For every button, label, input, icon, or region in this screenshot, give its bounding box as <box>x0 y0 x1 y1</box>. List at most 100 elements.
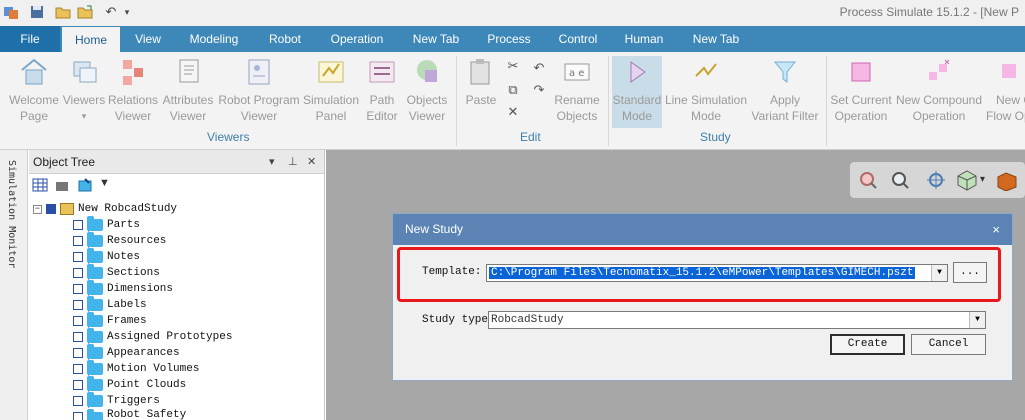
tree-item-robot-safety[interactable]: Robot Safety <box>73 409 186 420</box>
tree-display-icon[interactable] <box>77 177 95 196</box>
checkbox[interactable] <box>73 284 83 294</box>
pin-icon[interactable]: ⊥ <box>288 155 298 168</box>
operation-label: Operation <box>834 109 888 123</box>
pick-target-icon[interactable] <box>926 170 946 193</box>
tree-grid-icon[interactable] <box>32 178 48 195</box>
study-type-combobox[interactable]: RobcadStudy ▼ <box>488 311 986 329</box>
tab-home[interactable]: Home <box>62 27 120 52</box>
tree-item-appearances[interactable]: Appearances <box>73 344 180 361</box>
checkbox[interactable] <box>73 364 83 374</box>
object-tree-panel: Object Tree ▾ ⊥ ✕ ▼ − New RobcadStudy Pa… <box>29 150 325 420</box>
panel-label: Panel <box>315 109 347 123</box>
ribbon-home: Welcome Page Viewers ▾ Relations Viewer … <box>0 52 1025 150</box>
group-separator <box>456 56 457 146</box>
chevron-down-icon[interactable]: ▼ <box>969 312 985 328</box>
undo-edit-icon[interactable]: ↶ <box>531 60 547 76</box>
new-compound-operation-button[interactable]: New Compound Operation <box>894 56 984 124</box>
tab-view[interactable]: View <box>124 26 172 52</box>
checkbox[interactable] <box>73 220 83 230</box>
collapse-icon[interactable]: − <box>33 204 42 214</box>
undo-icon[interactable]: ↶ <box>102 3 120 21</box>
checkbox[interactable] <box>73 396 83 406</box>
tab-modeling[interactable]: Modeling <box>180 26 248 52</box>
cancel-button[interactable]: Cancel <box>911 334 986 355</box>
path-editor-button[interactable]: Path Editor <box>362 56 402 124</box>
simulation-panel-button[interactable]: Simulation Panel <box>302 56 360 124</box>
paste-button[interactable]: Paste <box>462 56 500 108</box>
robot-program-viewer-button[interactable]: Robot Program Viewer <box>218 56 300 124</box>
open-folder-icon[interactable] <box>54 3 72 21</box>
checkbox[interactable] <box>73 300 83 310</box>
tab-human[interactable]: Human <box>616 26 672 52</box>
tab-file[interactable]: File <box>0 26 60 52</box>
new-flow-operation-icon <box>992 56 1024 88</box>
tree-item-labels[interactable]: Labels <box>73 296 147 313</box>
checkbox[interactable] <box>73 412 83 420</box>
open-recent-icon[interactable] <box>76 3 94 21</box>
tab-new-tab-2[interactable]: New Tab <box>682 26 750 52</box>
paste-label: Paste <box>465 93 497 107</box>
checkbox[interactable] <box>73 316 83 326</box>
redo-edit-icon[interactable]: ↷ <box>531 82 547 98</box>
checkbox[interactable] <box>73 236 83 246</box>
relations-label: Relations <box>108 93 159 107</box>
editor-label: Editor <box>366 109 398 123</box>
new-flow-operation-button[interactable]: New C Flow Op <box>986 56 1025 124</box>
relations-viewer-button[interactable]: Relations Viewer <box>108 56 158 124</box>
objects-label: Objects <box>406 93 448 107</box>
tab-robot[interactable]: Robot <box>258 26 312 52</box>
attributes-viewer-button[interactable]: Attributes Viewer <box>160 56 216 124</box>
study-type-value: RobcadStudy <box>491 314 564 326</box>
delete-icon[interactable]: ✕ <box>505 104 521 120</box>
zoom-icon[interactable] <box>890 170 910 193</box>
study-group-label: Study <box>700 130 731 144</box>
welcome-page-button[interactable]: Welcome Page <box>8 56 60 124</box>
quick-access-dropdown-icon[interactable]: ▾ <box>122 3 132 21</box>
standard-mode-button[interactable]: Standard Mode <box>612 56 662 128</box>
copy-icon[interactable]: ⧉ <box>505 82 521 98</box>
checkbox[interactable] <box>73 268 83 278</box>
tree-display-dropdown-icon[interactable]: ▼ <box>99 177 110 189</box>
checkbox[interactable] <box>73 380 83 390</box>
tree-item-resources[interactable]: Resources <box>73 232 166 249</box>
tree-item-assigned-prototypes[interactable]: Assigned Prototypes <box>73 328 232 345</box>
cut-icon[interactable]: ✂ <box>505 58 521 74</box>
tree-item-dimensions[interactable]: Dimensions <box>73 280 173 297</box>
line-simulation-icon <box>690 56 722 88</box>
close-icon[interactable]: × <box>992 214 1000 245</box>
create-button[interactable]: Create <box>830 334 905 355</box>
view-dropdown-icon[interactable]: ▾ <box>980 174 985 185</box>
panel-menu-icon[interactable]: ▾ <box>269 155 275 168</box>
tab-operation[interactable]: Operation <box>322 26 392 52</box>
viewers-button[interactable]: Viewers ▾ <box>62 56 106 124</box>
tree-item-point-clouds[interactable]: Point Clouds <box>73 376 186 393</box>
folder-icon <box>87 216 103 231</box>
solid-box-icon[interactable] <box>994 169 1018 194</box>
close-panel-icon[interactable]: ✕ <box>307 155 316 168</box>
tree-item-motion-volumes[interactable]: Motion Volumes <box>73 360 199 377</box>
save-icon[interactable] <box>28 3 46 21</box>
tree-item-notes[interactable]: Notes <box>73 248 140 265</box>
tree-filter-icon[interactable] <box>54 178 70 195</box>
checkbox[interactable] <box>73 252 83 262</box>
tab-control[interactable]: Control <box>548 26 608 52</box>
simulation-monitor-label[interactable]: Simulation Monitor <box>6 160 17 268</box>
tree-item-sections[interactable]: Sections <box>73 264 160 281</box>
tab-new-tab-1[interactable]: New Tab <box>402 26 470 52</box>
tab-process[interactable]: Process <box>480 26 538 52</box>
tree-item-parts[interactable]: Parts <box>73 216 140 233</box>
tree-item-triggers[interactable]: Triggers <box>73 392 160 409</box>
line-simulation-mode-button[interactable]: Line Simulation Mode <box>664 56 748 124</box>
zoom-to-fit-icon[interactable] <box>858 170 878 193</box>
view-cube-icon[interactable] <box>956 169 978 194</box>
robot-program-label: Robot Program <box>218 93 300 107</box>
objects-viewer-button[interactable]: Objects Viewer <box>404 56 450 124</box>
checkbox[interactable] <box>46 204 56 214</box>
checkbox[interactable] <box>73 332 83 342</box>
tree-item-frames[interactable]: Frames <box>73 312 147 329</box>
checkbox[interactable] <box>73 348 83 358</box>
set-current-operation-button[interactable]: Set Current Operation <box>830 56 892 124</box>
tree-root-row[interactable]: − New RobcadStudy <box>33 201 177 217</box>
apply-variant-filter-button[interactable]: Apply Variant Filter <box>750 56 820 124</box>
rename-objects-button[interactable]: a e Rename Objects <box>554 56 600 124</box>
